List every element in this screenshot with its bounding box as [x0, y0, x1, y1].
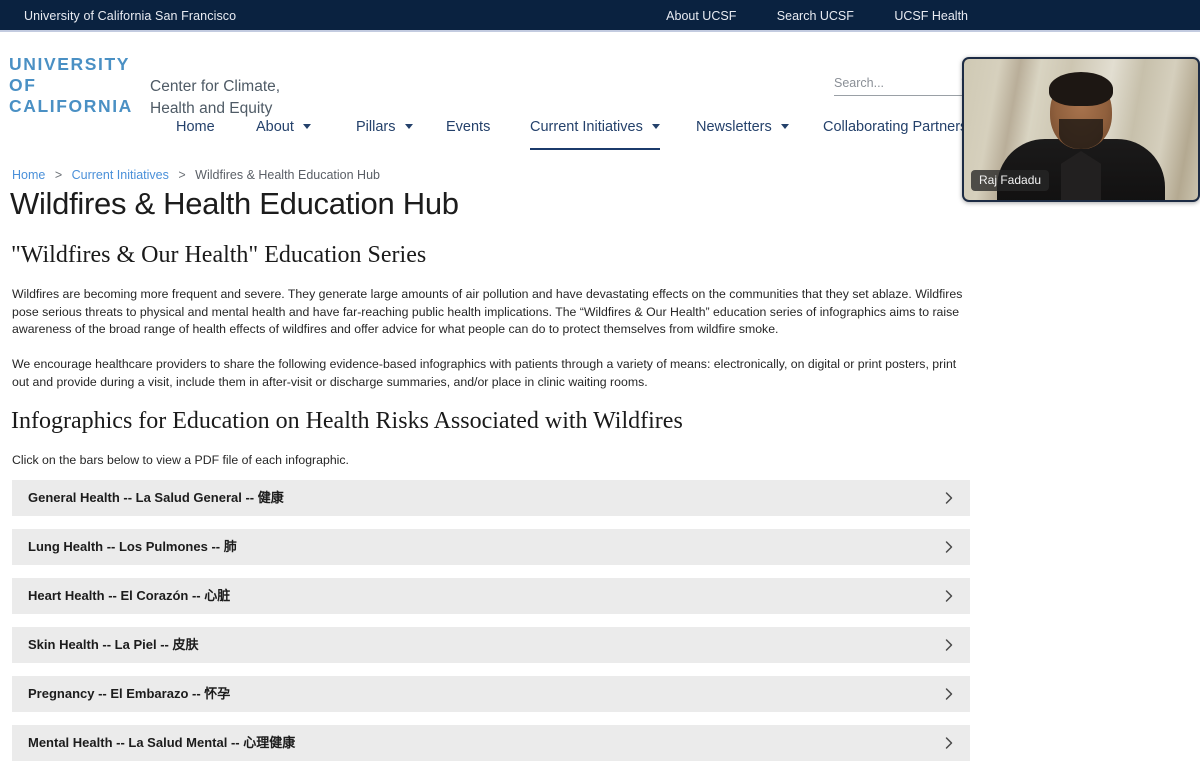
breadcrumb-separator: >	[54, 168, 63, 182]
infographics-accordion: General Health -- La Salud General -- 健康…	[12, 480, 970, 774]
accordion-item-general-health[interactable]: General Health -- La Salud General -- 健康	[12, 480, 970, 516]
nav-item-current-initiatives-label: Current Initiatives	[530, 119, 643, 135]
nav-item-events-label: Events	[446, 119, 491, 135]
video-person-hair	[1049, 72, 1113, 106]
chevron-right-icon	[945, 639, 953, 651]
video-person-beard	[1059, 119, 1103, 149]
ucsf-utility-bar: University of California San Francisco A…	[0, 0, 1200, 32]
chevron-down-icon	[302, 124, 311, 129]
search-box	[834, 72, 976, 96]
accordion-item-heart-health[interactable]: Heart Health -- El Corazón -- 心脏	[12, 578, 970, 614]
nav-item-pillars[interactable]: Pillars	[356, 114, 413, 148]
intro-paragraph-1: Wildfires are becoming more frequent and…	[12, 287, 963, 336]
chevron-down-icon	[404, 124, 413, 129]
nav-item-newsletters[interactable]: Newsletters	[696, 114, 789, 148]
nav-item-collaborating-partners[interactable]: Collaborating Partners	[823, 114, 985, 148]
center-name-line-1: Center for Climate,	[150, 78, 281, 95]
accordion-item-label: Pregnancy -- El Embarazo -- 怀孕	[28, 686, 231, 701]
breadcrumb-separator: >	[178, 168, 186, 182]
accordion-item-label: Lung Health -- Los Pulmones -- 肺	[28, 539, 237, 554]
chevron-right-icon	[945, 737, 953, 749]
accordion-item-label: Skin Health -- La Piel -- 皮肤	[28, 637, 199, 652]
nav-item-pillars-label: Pillars	[356, 119, 396, 135]
accordion-item-label: Mental Health -- La Salud Mental -- 心理健康	[28, 735, 296, 750]
accordion-item-lung-health[interactable]: Lung Health -- Los Pulmones -- 肺	[12, 529, 970, 565]
video-participant-tile[interactable]: Raj Fadadu	[962, 57, 1200, 202]
ucsf-brand-link[interactable]: University of California San Francisco	[24, 0, 236, 32]
video-participant-name: Raj Fadadu	[971, 170, 1050, 191]
nav-item-collaborating-partners-label: Collaborating Partners	[823, 119, 968, 135]
section-heading-education-series: "Wildfires & Our Health" Education Serie…	[11, 242, 427, 268]
nav-item-about[interactable]: About	[256, 114, 311, 148]
chevron-down-icon	[651, 124, 660, 129]
nav-item-events[interactable]: Events	[446, 114, 490, 148]
nav-item-current-initiatives[interactable]: Current Initiatives	[530, 114, 660, 150]
accordion-item-pregnancy[interactable]: Pregnancy -- El Embarazo -- 怀孕	[12, 676, 970, 712]
nav-item-home-label: Home	[176, 119, 215, 135]
ucsf-link-search[interactable]: Search UCSF	[777, 0, 854, 32]
breadcrumb-current: Wildfires & Health Education Hub	[195, 168, 380, 182]
uc-logo-line-1: UNIVERSITY	[9, 54, 131, 74]
accordion-item-label: Heart Health -- El Corazón -- 心脏	[28, 588, 231, 603]
nav-item-newsletters-label: Newsletters	[696, 119, 772, 135]
chevron-down-icon	[780, 124, 789, 129]
breadcrumb-link-current-initiatives[interactable]: Current Initiatives	[72, 168, 169, 182]
intro-paragraph-2: We encourage healthcare providers to sha…	[12, 357, 957, 389]
ucsf-link-health[interactable]: UCSF Health	[894, 0, 968, 32]
uc-logo[interactable]: UNIVERSITY OF CALIFORNIA	[9, 54, 133, 117]
ucsf-utility-links: About UCSF Search UCSF UCSF Health	[630, 0, 968, 32]
uc-logo-line-2: OF	[9, 75, 37, 95]
chevron-right-icon	[945, 688, 953, 700]
page-title: Wildfires & Health Education Hub	[10, 186, 459, 221]
nav-item-home[interactable]: Home	[176, 114, 215, 148]
chevron-right-icon	[945, 492, 953, 504]
breadcrumb-link-home[interactable]: Home	[12, 168, 45, 182]
accordion-item-skin-health[interactable]: Skin Health -- La Piel -- 皮肤	[12, 627, 970, 663]
search-input[interactable]	[834, 72, 952, 94]
ucsf-link-about[interactable]: About UCSF	[666, 0, 736, 32]
chevron-right-icon	[945, 590, 953, 602]
infographics-instruction: Click on the bars below to view a PDF fi…	[12, 453, 349, 467]
accordion-item-mental-health[interactable]: Mental Health -- La Salud Mental -- 心理健康	[12, 725, 970, 761]
breadcrumb: Home > Current Initiatives > Wildfires &…	[12, 168, 380, 182]
accordion-item-label: General Health -- La Salud General -- 健康	[28, 490, 284, 505]
section-heading-infographics: Infographics for Education on Health Ris…	[11, 408, 683, 434]
nav-item-about-label: About	[256, 119, 294, 135]
chevron-right-icon	[945, 541, 953, 553]
